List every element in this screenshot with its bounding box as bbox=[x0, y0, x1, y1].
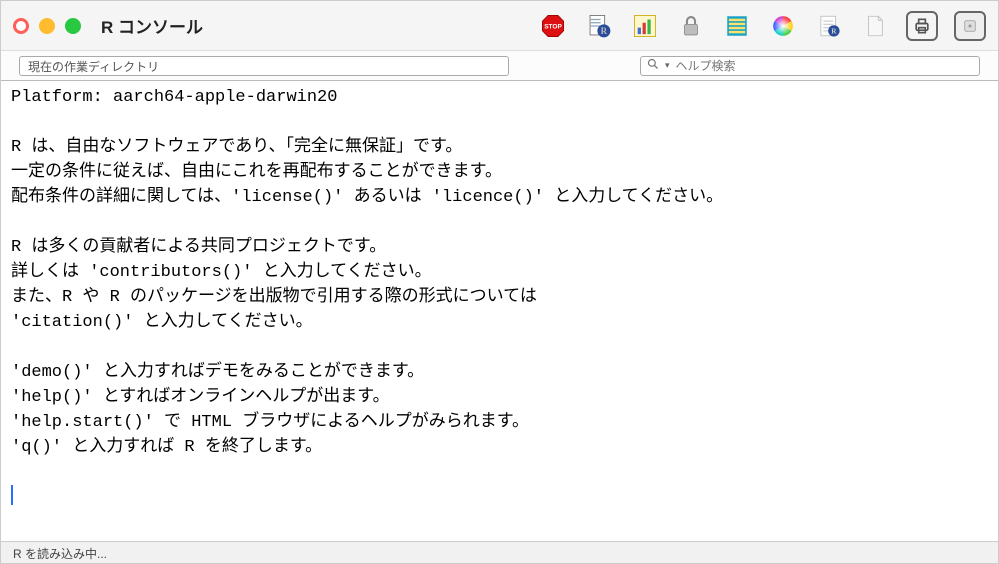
r-console-output[interactable]: Platform: aarch64-apple-darwin20 R は、自由な… bbox=[1, 81, 998, 541]
chevron-down-icon[interactable]: ▾ bbox=[665, 60, 670, 71]
text-cursor bbox=[11, 485, 13, 505]
print-icon[interactable] bbox=[906, 11, 938, 41]
quartz-plot-icon[interactable] bbox=[630, 11, 660, 41]
status-text: R を読み込み中... bbox=[13, 547, 107, 561]
window-controls bbox=[13, 18, 81, 34]
stop-icon[interactable]: STOP bbox=[538, 11, 568, 41]
search-icon bbox=[647, 58, 659, 73]
close-window-button[interactable] bbox=[13, 18, 29, 34]
minimize-window-button[interactable] bbox=[39, 18, 55, 34]
console-text: Platform: aarch64-apple-darwin20 R は、自由な… bbox=[11, 88, 733, 457]
colors-icon[interactable] bbox=[768, 11, 798, 41]
window-title: R コンソール bbox=[101, 13, 203, 38]
source-script-icon[interactable]: R bbox=[584, 11, 614, 41]
new-document-icon[interactable] bbox=[860, 11, 890, 41]
lock-icon[interactable] bbox=[676, 11, 706, 41]
open-in-editor-icon[interactable]: R bbox=[814, 11, 844, 41]
svg-text:R: R bbox=[831, 26, 837, 35]
toolbar-icons: STOP R bbox=[538, 11, 986, 41]
drive-eject-icon[interactable] bbox=[954, 11, 986, 41]
help-search-input[interactable] bbox=[676, 59, 973, 73]
working-directory-field[interactable]: 現在の作業ディレクトリ bbox=[19, 56, 509, 76]
status-bar: R を読み込み中... bbox=[1, 541, 998, 563]
svg-text:R: R bbox=[601, 26, 608, 36]
svg-text:STOP: STOP bbox=[544, 23, 562, 30]
title-bar: R コンソール STOP R bbox=[1, 1, 998, 51]
help-search-field[interactable]: ▾ bbox=[640, 56, 980, 76]
secondary-toolbar: 現在の作業ディレクトリ ▾ bbox=[1, 51, 998, 81]
history-icon[interactable] bbox=[722, 11, 752, 41]
zoom-window-button[interactable] bbox=[65, 18, 81, 34]
